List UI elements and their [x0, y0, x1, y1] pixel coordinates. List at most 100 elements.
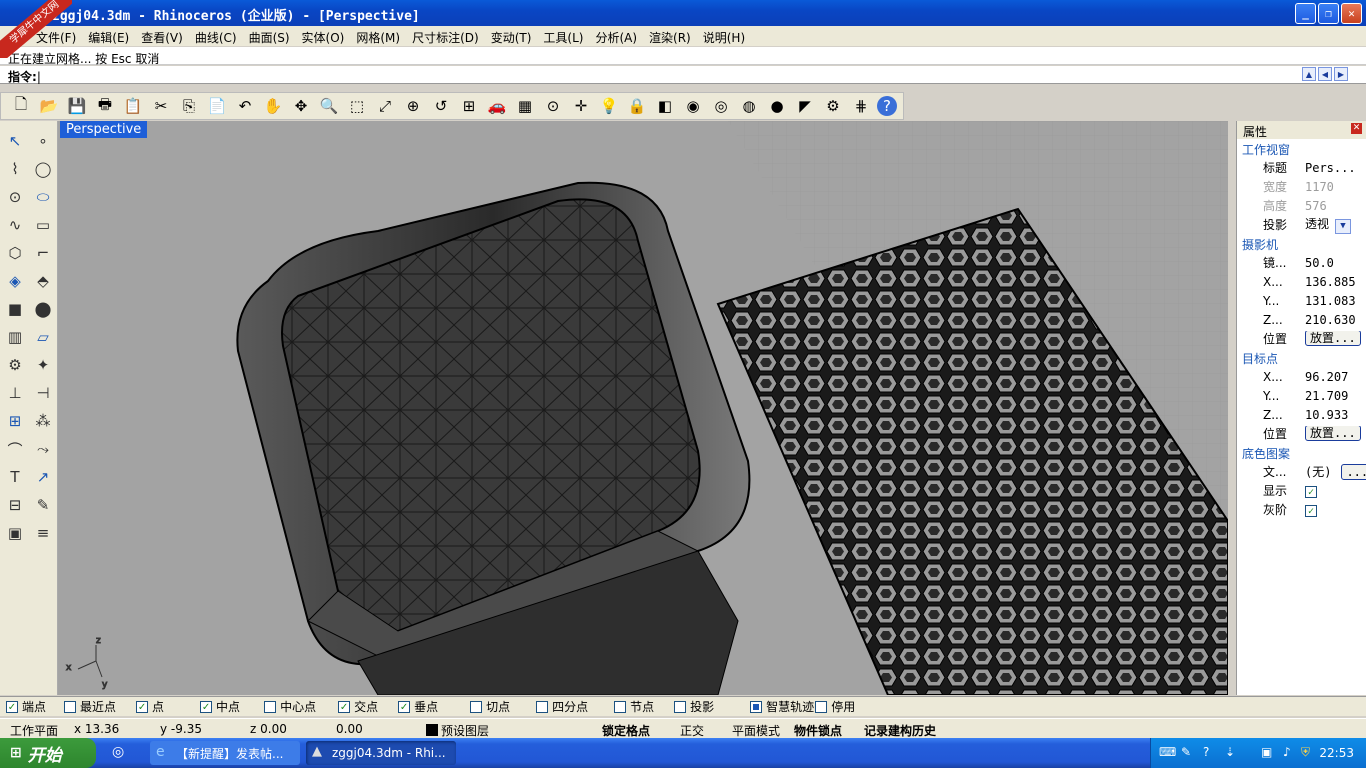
scroll-right-button[interactable]: ▶	[1334, 67, 1348, 81]
chevron-down-icon[interactable]: ▼	[1335, 218, 1352, 234]
save-icon[interactable]: 💾	[65, 94, 89, 118]
zoom-icon[interactable]: 🔍	[317, 94, 341, 118]
property-value[interactable]: 50.0	[1305, 256, 1334, 270]
surface-icon[interactable]: ◈	[3, 269, 27, 293]
menu-item-3[interactable]: 曲线(C)	[189, 26, 243, 46]
ortho-toggle[interactable]: 正交	[680, 722, 704, 739]
options-icon[interactable]: ⋕	[849, 94, 873, 118]
property-value[interactable]: 131.083	[1305, 294, 1356, 308]
circle-tool-icon[interactable]: ⊙	[3, 185, 27, 209]
clipboard-icon[interactable]: 📄	[205, 94, 229, 118]
zoom-extents-icon[interactable]: ⤢	[373, 94, 397, 118]
osnap-7[interactable]: 切点	[470, 698, 510, 715]
menu-item-4[interactable]: 曲面(S)	[243, 26, 296, 46]
menu-item-7[interactable]: 尺寸标注(D)	[406, 26, 485, 46]
osnap-checkbox[interactable]: ✓	[6, 700, 18, 713]
grid-icon[interactable]: ▦	[513, 94, 537, 118]
property-value[interactable]: 210.630	[1305, 313, 1356, 327]
osnap-9[interactable]: 节点	[614, 698, 654, 715]
array-icon[interactable]: ⁂	[31, 409, 55, 433]
osnap-toggle[interactable]: 物件锁点	[794, 722, 842, 739]
point-icon[interactable]: ✛	[569, 94, 593, 118]
volume-icon[interactable]: ♪	[1283, 745, 1291, 759]
property-value[interactable]: 1170	[1305, 180, 1334, 194]
place-button[interactable]: 放置...	[1305, 331, 1361, 346]
property-value[interactable]: 576	[1305, 199, 1327, 213]
menu-item-5[interactable]: 实体(O)	[296, 26, 351, 46]
property-value[interactable]: 透视	[1305, 217, 1329, 231]
circle-icon[interactable]: ◯	[31, 157, 55, 181]
property-value[interactable]: 136.885	[1305, 275, 1356, 289]
section-viewport[interactable]: 工作视窗	[1237, 139, 1366, 158]
osnap-checkbox[interactable]	[64, 700, 77, 713]
arrow-icon[interactable]: ⇣	[1225, 745, 1235, 759]
ruler-icon[interactable]: ≡	[31, 521, 55, 545]
viewport-title[interactable]: Perspective	[60, 121, 148, 138]
fillet-icon[interactable]: ⌐	[31, 241, 55, 265]
curve-icon[interactable]: ∿	[3, 213, 27, 237]
undo-icon[interactable]: ↶	[233, 94, 257, 118]
osnap-checkbox[interactable]: ✓	[398, 700, 411, 713]
car-icon[interactable]: 🚗	[485, 94, 509, 118]
browse-button[interactable]: ...	[1341, 464, 1366, 480]
osnap-checkbox[interactable]	[470, 700, 483, 713]
render-icon[interactable]: ●	[765, 94, 789, 118]
boolean-icon[interactable]: ⬤	[31, 297, 55, 321]
section-wallpaper[interactable]: 底色图案	[1237, 443, 1366, 462]
undo-view-icon[interactable]: ↺	[429, 94, 453, 118]
rectangle-icon[interactable]: ▭	[31, 213, 55, 237]
property-value[interactable]: (无)	[1305, 465, 1331, 479]
property-checkbox[interactable]: ✓	[1305, 504, 1317, 517]
group-icon[interactable]: ⊞	[3, 409, 27, 433]
property-value[interactable]: 96.207	[1305, 370, 1348, 384]
osnap-1[interactable]: 最近点	[64, 698, 116, 715]
wireframe-icon[interactable]: ◎	[709, 94, 733, 118]
rotate-view-icon[interactable]: ✥	[289, 94, 313, 118]
extrude-icon[interactable]: ⬘	[31, 269, 55, 293]
osnap-11[interactable]: 智慧轨迹	[750, 698, 814, 715]
command-history-button[interactable]: ▲	[1302, 67, 1316, 81]
cplane-label[interactable]: 工作平面	[10, 722, 58, 739]
minimize-button[interactable]: _	[1295, 3, 1316, 24]
planar-toggle[interactable]: 平面模式	[732, 722, 780, 739]
close-button[interactable]: ✕	[1341, 3, 1362, 24]
osnap-8[interactable]: 四分点	[536, 698, 588, 715]
help-tray-icon[interactable]: ?	[1203, 745, 1209, 759]
trim-icon[interactable]: ⊥	[3, 381, 27, 405]
pen-icon[interactable]: ✎	[1181, 745, 1191, 759]
osnap-0[interactable]: ✓ 端点	[6, 698, 46, 715]
color-icon[interactable]: ◉	[681, 94, 705, 118]
command-line[interactable]: 指令:| ▲ ◀ ▶	[0, 66, 1366, 84]
plane-surface-icon[interactable]: ▱	[31, 325, 55, 349]
layer-icon[interactable]: ◧	[653, 94, 677, 118]
zoom-window-icon[interactable]: ⬚	[345, 94, 369, 118]
osnap-10[interactable]: 投影	[674, 698, 714, 715]
osnap-checkbox[interactable]	[264, 700, 277, 713]
menu-item-8[interactable]: 变动(T)	[485, 26, 538, 46]
menu-item-1[interactable]: 编辑(E)	[82, 26, 135, 46]
viewports-icon[interactable]: ⊞	[457, 94, 481, 118]
select-icon[interactable]: ◤	[793, 94, 817, 118]
osnap-3[interactable]: ✓ 中点	[200, 698, 240, 715]
osnap-checkbox[interactable]	[614, 700, 627, 713]
scroll-left-button[interactable]: ◀	[1318, 67, 1332, 81]
edit-icon[interactable]: ✎	[31, 493, 55, 517]
paste-icon[interactable]: 📋	[121, 94, 145, 118]
offset-icon[interactable]: ⌒	[3, 437, 27, 461]
solid-box-icon[interactable]: ▣	[3, 521, 27, 545]
text-icon[interactable]: T	[3, 465, 27, 489]
copy-icon[interactable]: ⎘	[177, 94, 201, 118]
menu-item-10[interactable]: 分析(A)	[589, 26, 643, 46]
layer-color-swatch[interactable]	[426, 724, 438, 736]
zoom-selected-icon[interactable]: ⊕	[401, 94, 425, 118]
osnap-checkbox[interactable]	[750, 700, 763, 713]
menu-item-11[interactable]: 渲染(R)	[643, 26, 697, 46]
quicklaunch-icon[interactable]: ◎	[112, 744, 124, 760]
blend-icon[interactable]: ⤳	[31, 437, 55, 461]
print-icon[interactable]: 🖶	[93, 94, 117, 118]
cylinder-icon[interactable]: ▥	[3, 325, 27, 349]
polyline-icon[interactable]: ⌇	[3, 157, 27, 181]
box-icon[interactable]: ■	[3, 297, 27, 321]
snap-icon[interactable]: ⊙	[541, 94, 565, 118]
osnap-checkbox[interactable]	[674, 700, 687, 713]
